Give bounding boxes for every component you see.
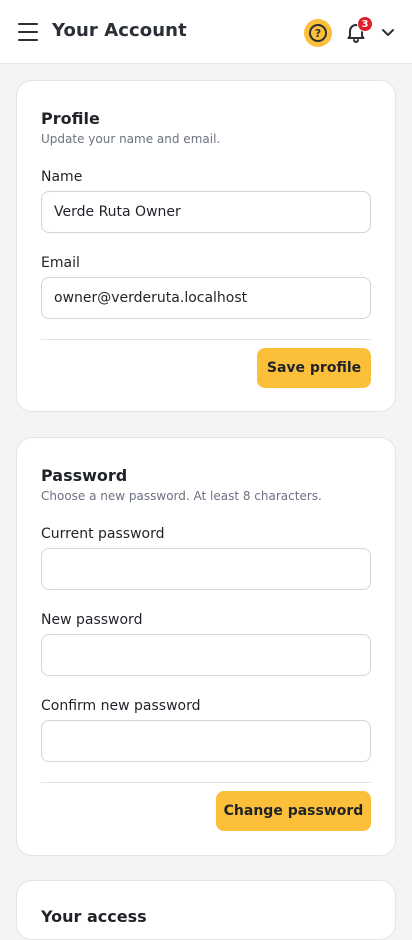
- confirm-password-input[interactable]: [41, 720, 371, 762]
- change-password-button[interactable]: Change password: [216, 791, 371, 831]
- new-password-label: New password: [41, 612, 143, 628]
- password-divider: [41, 782, 371, 783]
- save-profile-button[interactable]: Save profile: [257, 348, 371, 388]
- new-password-input[interactable]: [41, 634, 371, 676]
- help-icon[interactable]: ?: [304, 19, 332, 47]
- page-title: Your Account: [52, 20, 187, 41]
- menu-icon[interactable]: [18, 23, 38, 41]
- current-password-label: Current password: [41, 526, 165, 542]
- profile-title: Profile: [41, 109, 100, 128]
- confirm-password-label: Confirm new password: [41, 698, 201, 714]
- password-title: Password: [41, 466, 128, 485]
- top-bar: Your Account ? 3: [0, 0, 412, 64]
- email-input[interactable]: [41, 277, 371, 319]
- access-title: Your access: [41, 907, 147, 926]
- name-input[interactable]: [41, 191, 371, 233]
- profile-card: Profile Update your name and email. Name…: [16, 80, 396, 412]
- current-password-input[interactable]: [41, 548, 371, 590]
- profile-divider: [41, 339, 371, 340]
- password-card: Password Choose a new password. At least…: [16, 437, 396, 856]
- chevron-down-icon[interactable]: [380, 24, 396, 40]
- notification-badge: 3: [357, 16, 373, 32]
- name-label: Name: [41, 169, 83, 185]
- email-label: Email: [41, 255, 80, 271]
- profile-subtitle: Update your name and email.: [41, 132, 221, 146]
- password-subtitle: Choose a new password. At least 8 charac…: [41, 489, 322, 503]
- access-card: Your access: [16, 880, 396, 940]
